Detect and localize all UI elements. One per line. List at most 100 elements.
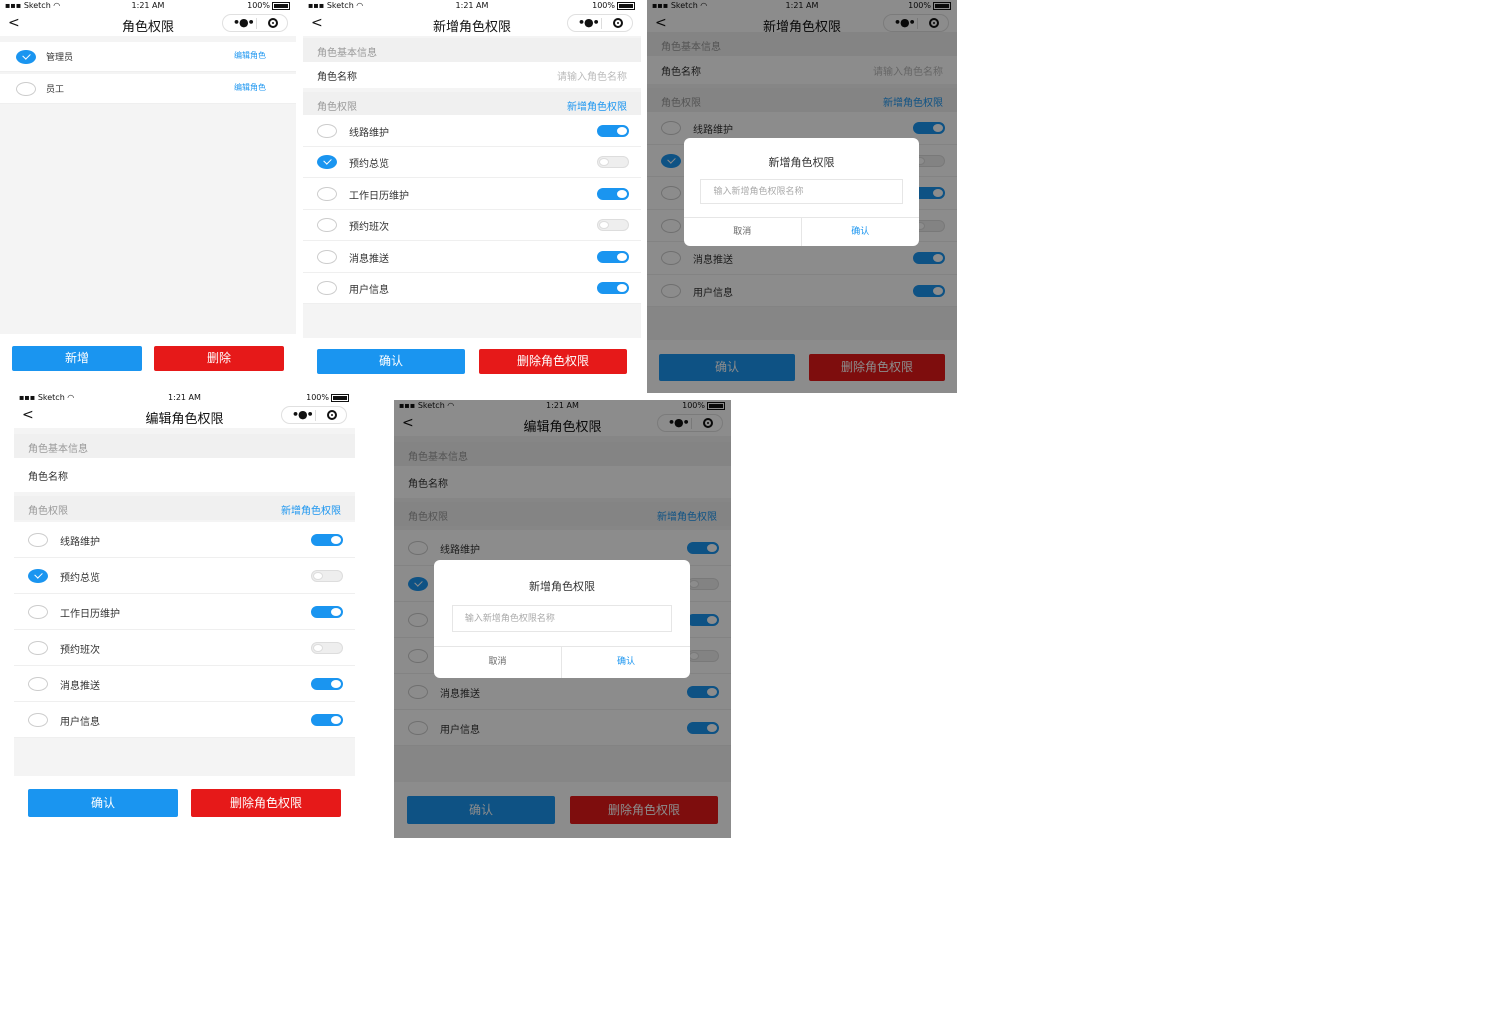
dialog-footer: 取消 确认 bbox=[684, 216, 920, 246]
battery-icon: 100% bbox=[306, 393, 349, 402]
checkbox-icon[interactable] bbox=[28, 677, 48, 691]
basic-info-header: 角色基本信息 bbox=[303, 38, 641, 62]
permission-label: 消息推送 bbox=[349, 253, 389, 265]
permission-name-input[interactable]: 输入新增角色权限名称 bbox=[700, 179, 903, 204]
checkbox-icon[interactable] bbox=[28, 569, 48, 583]
role-name: 员工 bbox=[46, 85, 65, 95]
role-list-screen: ▪▪▪ Sketch ◠ 1:21 AM 100% < 角色权限 •●• 管理员… bbox=[0, 0, 296, 392]
role-name: 管理员 bbox=[46, 53, 74, 63]
add-role-screen: ▪▪▪ Sketch ◠ 1:21 AM 100% < 新增角色权限 •●• 角… bbox=[303, 0, 641, 392]
permission-toggle[interactable] bbox=[597, 156, 629, 169]
more-icon[interactable]: •●• bbox=[578, 16, 600, 29]
edit-role-link[interactable]: 编辑角色 bbox=[234, 82, 266, 93]
checkbox-icon[interactable] bbox=[317, 218, 337, 233]
permission-label: 线路维护 bbox=[349, 127, 389, 139]
permission-label: 预约班次 bbox=[349, 222, 389, 234]
dialog-footer: 取消 确认 bbox=[434, 646, 690, 678]
checkbox-icon[interactable] bbox=[28, 713, 48, 727]
basic-info-header: 角色基本信息 bbox=[14, 434, 355, 458]
more-icon[interactable]: •●• bbox=[292, 408, 314, 421]
add-role-dialog-screen: ▪▪▪ Sketch ◠ 1:21 AM 100% < 新增角色权限 •●• 角… bbox=[647, 0, 957, 393]
delete-permission-button[interactable]: 删除角色权限 bbox=[479, 349, 627, 374]
checkbox-icon[interactable] bbox=[28, 533, 48, 547]
permission-row[interactable]: 消息推送 bbox=[14, 666, 355, 702]
role-row[interactable]: 管理员 编辑角色 bbox=[0, 42, 296, 72]
permission-toggle[interactable] bbox=[311, 642, 343, 654]
checkbox-icon[interactable] bbox=[317, 281, 337, 296]
battery-icon: 100% bbox=[247, 1, 290, 10]
permission-toggle[interactable] bbox=[311, 606, 343, 618]
more-icon[interactable]: •●• bbox=[233, 16, 255, 29]
edit-role-link[interactable]: 编辑角色 bbox=[234, 50, 266, 61]
role-name-row[interactable]: 角色名称 bbox=[14, 458, 355, 492]
dialog-cancel-button[interactable]: 取消 bbox=[684, 217, 802, 246]
checkbox-icon[interactable] bbox=[28, 605, 48, 619]
menu-capsule: •●• bbox=[567, 14, 633, 32]
dialog-cancel-button[interactable]: 取消 bbox=[434, 647, 562, 678]
permission-label: 用户信息 bbox=[60, 717, 100, 728]
delete-permission-button[interactable]: 删除角色权限 bbox=[191, 789, 341, 817]
add-permission-dialog: 新增角色权限 输入新增角色权限名称 取消 确认 bbox=[684, 138, 919, 246]
permission-row[interactable]: 线路维护 bbox=[303, 115, 641, 147]
permission-label: 消息推送 bbox=[60, 681, 100, 692]
permission-toggle[interactable] bbox=[597, 219, 629, 232]
dialog-confirm-button[interactable]: 确认 bbox=[562, 647, 690, 678]
add-button[interactable]: 新增 bbox=[12, 346, 142, 371]
checkbox-icon[interactable] bbox=[317, 249, 337, 264]
checkbox-icon[interactable] bbox=[317, 123, 337, 138]
permission-toggle[interactable] bbox=[311, 534, 343, 546]
add-permission-link[interactable]: 新增角色权限 bbox=[281, 502, 341, 517]
permission-toggle[interactable] bbox=[311, 570, 343, 582]
permission-label: 工作日历维护 bbox=[349, 190, 409, 202]
permission-toggle[interactable] bbox=[311, 714, 343, 726]
checkbox-icon[interactable] bbox=[16, 82, 36, 96]
permission-name-input[interactable]: 输入新增角色权限名称 bbox=[451, 604, 673, 632]
checkbox-icon[interactable] bbox=[16, 50, 36, 64]
permission-row[interactable]: 线路维护 bbox=[14, 522, 355, 558]
role-name-label: 角色名称 bbox=[28, 472, 68, 483]
confirm-button[interactable]: 确认 bbox=[317, 349, 465, 374]
dialog-confirm-button[interactable]: 确认 bbox=[802, 218, 920, 246]
status-bar: ▪▪▪ Sketch ◠ 1:21 AM 100% bbox=[0, 0, 296, 12]
permission-row[interactable]: 工作日历维护 bbox=[303, 178, 641, 210]
confirm-button[interactable]: 确认 bbox=[28, 789, 178, 817]
permission-label: 预约总览 bbox=[60, 573, 100, 584]
checkbox-icon[interactable] bbox=[317, 155, 337, 170]
permission-row[interactable]: 用户信息 bbox=[303, 272, 641, 304]
permission-toggle[interactable] bbox=[597, 124, 629, 137]
permission-header: 角色权限 新增角色权限 bbox=[303, 92, 641, 116]
role-name-row[interactable]: 角色名称 请输入角色名称 bbox=[303, 62, 641, 88]
permission-toggle[interactable] bbox=[597, 187, 629, 200]
permission-row[interactable]: 工作日历维护 bbox=[14, 594, 355, 630]
permission-label: 线路维护 bbox=[60, 537, 100, 548]
delete-button[interactable]: 删除 bbox=[154, 346, 284, 371]
permission-row[interactable]: 用户信息 bbox=[14, 702, 355, 738]
nav-bar: < 角色权限 •●• bbox=[0, 12, 296, 36]
status-time: 1:21 AM bbox=[455, 1, 489, 10]
permission-label: 用户信息 bbox=[349, 285, 389, 297]
status-bar: ▪▪▪ Sketch ◠ 1:21 AM 100% bbox=[14, 392, 355, 404]
record-icon[interactable] bbox=[327, 410, 337, 420]
permission-toggle[interactable] bbox=[597, 282, 629, 295]
add-permission-dialog: 新增角色权限 输入新增角色权限名称 取消 确认 bbox=[434, 560, 690, 678]
permission-row[interactable]: 预约班次 bbox=[303, 209, 641, 241]
role-row[interactable]: 员工 编辑角色 bbox=[0, 74, 296, 104]
status-time: 1:21 AM bbox=[168, 393, 201, 402]
permission-row[interactable]: 预约班次 bbox=[14, 630, 355, 666]
checkbox-icon[interactable] bbox=[28, 641, 48, 655]
status-bar: ▪▪▪ Sketch ◠ 1:21 AM 100% bbox=[303, 0, 641, 12]
menu-capsule: •●• bbox=[281, 406, 347, 424]
permission-label: 预约总览 bbox=[349, 159, 389, 171]
permission-toggle[interactable] bbox=[311, 678, 343, 690]
permission-row[interactable]: 预约总览 bbox=[303, 146, 641, 178]
dialog-title: 新增角色权限 bbox=[529, 579, 595, 593]
record-icon[interactable] bbox=[613, 18, 623, 28]
edit-role-screen: ▪▪▪ Sketch ◠ 1:21 AM 100% < 编辑角色权限 •●• 角… bbox=[14, 392, 355, 832]
role-name-input[interactable]: 请输入角色名称 bbox=[557, 68, 627, 83]
permission-toggle[interactable] bbox=[597, 250, 629, 263]
add-permission-link[interactable]: 新增角色权限 bbox=[567, 98, 627, 113]
checkbox-icon[interactable] bbox=[317, 186, 337, 201]
permission-row[interactable]: 预约总览 bbox=[14, 558, 355, 594]
permission-row[interactable]: 消息推送 bbox=[303, 241, 641, 273]
record-icon[interactable] bbox=[268, 18, 278, 28]
